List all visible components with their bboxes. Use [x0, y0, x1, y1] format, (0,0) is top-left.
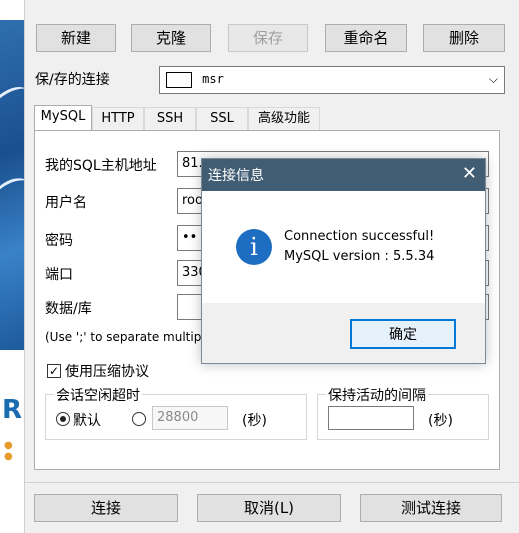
saved-connection-value: msr: [202, 72, 224, 86]
connect-button[interactable]: 连接: [34, 494, 178, 522]
idle-unit-label: (秒): [242, 413, 267, 429]
password-label: 密码: [45, 233, 73, 249]
database-label: 数据/库: [45, 301, 92, 317]
tab-advanced[interactable]: 高级功能: [248, 107, 320, 130]
divider: [24, 482, 519, 483]
keepalive-group: 保持活动的间隔 (秒): [317, 385, 489, 440]
port-label: 端口: [45, 267, 73, 283]
tab-ssh[interactable]: SSH: [144, 107, 196, 130]
dialog-titlebar: 连接信息 ✕: [202, 159, 485, 191]
tab-http[interactable]: HTTP: [92, 107, 144, 130]
message-line-2: MySQL version : 5.5.34: [284, 249, 435, 264]
close-icon[interactable]: ✕: [462, 163, 477, 185]
cancel-button[interactable]: 取消(L): [197, 494, 341, 522]
tab-mysql[interactable]: MySQL: [34, 105, 92, 131]
test-connection-button[interactable]: 测试连接: [360, 494, 502, 522]
ok-button[interactable]: 确定: [350, 319, 456, 349]
delete-button[interactable]: 删除: [423, 24, 505, 52]
info-icon: i: [236, 229, 272, 265]
tab-ssl[interactable]: SSL: [196, 107, 248, 130]
background-artwork: R ● ●: [0, 0, 24, 533]
new-button[interactable]: 新建: [36, 24, 116, 52]
compress-checkbox[interactable]: ✓: [47, 364, 61, 378]
saved-connection-label: 保/存的连接: [35, 72, 110, 88]
compress-label: 使用压缩协议: [65, 364, 149, 380]
keepalive-input[interactable]: [328, 406, 414, 430]
connection-color-swatch: [166, 71, 192, 88]
connection-info-dialog: 连接信息 ✕ i Connection successful! MySQL ve…: [201, 158, 486, 364]
chevron-down-icon[interactable]: ⌵: [489, 67, 498, 91]
clone-button[interactable]: 克隆: [131, 24, 211, 52]
decorative-dots: ● ●: [4, 440, 13, 462]
idle-timeout-input[interactable]: 28800: [152, 406, 228, 430]
saved-connection-select[interactable]: msr ⌵: [159, 66, 505, 94]
keepalive-title: 保持活动的间隔: [326, 385, 428, 405]
host-label: 我的SQL主机地址: [45, 158, 157, 174]
dialog-body: i Connection successful! MySQL version :…: [202, 191, 485, 303]
idle-timeout-group: 会话空闲超时 默认 28800 (秒): [45, 385, 307, 440]
dialog-title: 连接信息: [208, 168, 264, 184]
message-line-1: Connection successful!: [284, 229, 435, 244]
idle-custom-radio[interactable]: [132, 412, 146, 426]
idle-default-radio[interactable]: [56, 412, 70, 426]
database-hint: (Use ';' to separate multipl: [45, 330, 205, 344]
logo-icon: R: [2, 395, 23, 425]
idle-timeout-title: 会话空闲超时: [54, 385, 142, 405]
idle-default-label: 默认: [73, 413, 101, 429]
keepalive-unit-label: (秒): [428, 413, 453, 429]
dialog-footer: 确定: [202, 303, 485, 363]
username-label: 用户名: [45, 195, 87, 211]
rename-button[interactable]: 重命名: [325, 24, 407, 52]
save-button[interactable]: 保存: [228, 24, 308, 52]
